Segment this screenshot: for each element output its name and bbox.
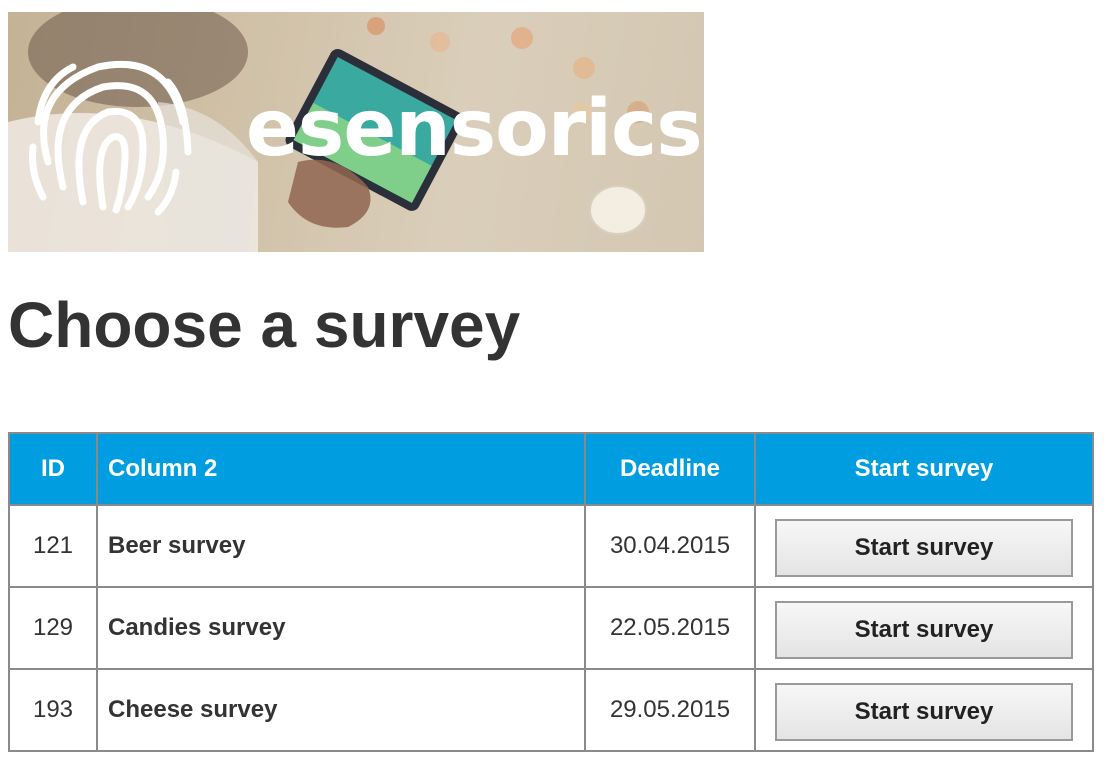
table-row: 121 Beer survey 30.04.2015 Start survey xyxy=(8,504,1094,588)
survey-table: ID Column 2 Deadline Start survey 121 Be… xyxy=(8,432,1094,752)
brand-name: esensorics xyxy=(246,84,703,174)
survey-action-cell: Start survey xyxy=(754,586,1094,670)
page-title: Choose a survey xyxy=(8,289,521,361)
survey-id: 193 xyxy=(8,668,98,752)
start-survey-button[interactable]: Start survey xyxy=(775,601,1073,659)
start-survey-button[interactable]: Start survey xyxy=(775,519,1073,577)
table-row: 129 Candies survey 22.05.2015 Start surv… xyxy=(8,586,1094,670)
survey-deadline: 29.05.2015 xyxy=(584,668,756,752)
survey-id: 129 xyxy=(8,586,98,670)
survey-name: Cheese survey xyxy=(96,668,586,752)
table-header-row: ID Column 2 Deadline Start survey xyxy=(8,432,1094,506)
header-deadline: Deadline xyxy=(584,432,756,506)
survey-name: Beer survey xyxy=(96,504,586,588)
start-survey-button[interactable]: Start survey xyxy=(775,683,1073,741)
survey-deadline: 30.04.2015 xyxy=(584,504,756,588)
survey-name: Candies survey xyxy=(96,586,586,670)
survey-id: 121 xyxy=(8,504,98,588)
header-id: ID xyxy=(8,432,98,506)
header-name: Column 2 xyxy=(96,432,586,506)
survey-action-cell: Start survey xyxy=(754,504,1094,588)
table-row: 193 Cheese survey 29.05.2015 Start surve… xyxy=(8,668,1094,752)
survey-action-cell: Start survey xyxy=(754,668,1094,752)
header-start-survey: Start survey xyxy=(754,432,1094,506)
survey-deadline: 22.05.2015 xyxy=(584,586,756,670)
brand-banner: esensorics xyxy=(8,12,704,252)
